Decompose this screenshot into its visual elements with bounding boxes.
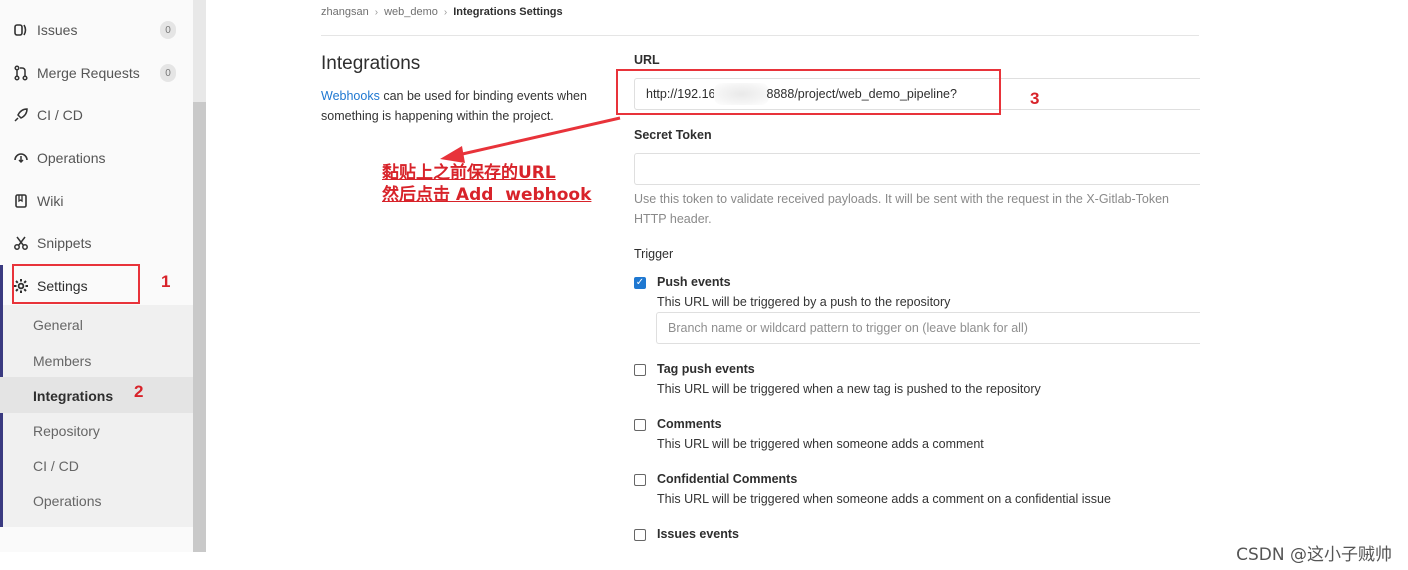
annotation-instruction-line1: 黏贴上之前保存的URL bbox=[382, 163, 556, 183]
annotation-instruction: 黏贴上之前保存的URL 然后点击 Add webhook bbox=[382, 162, 591, 206]
annotation-arrow bbox=[440, 116, 621, 163]
annotation-instruction-line2: 然后点击 Add webhook bbox=[382, 185, 592, 205]
watermark: CSDN @这小子贼帅 bbox=[1236, 545, 1392, 565]
